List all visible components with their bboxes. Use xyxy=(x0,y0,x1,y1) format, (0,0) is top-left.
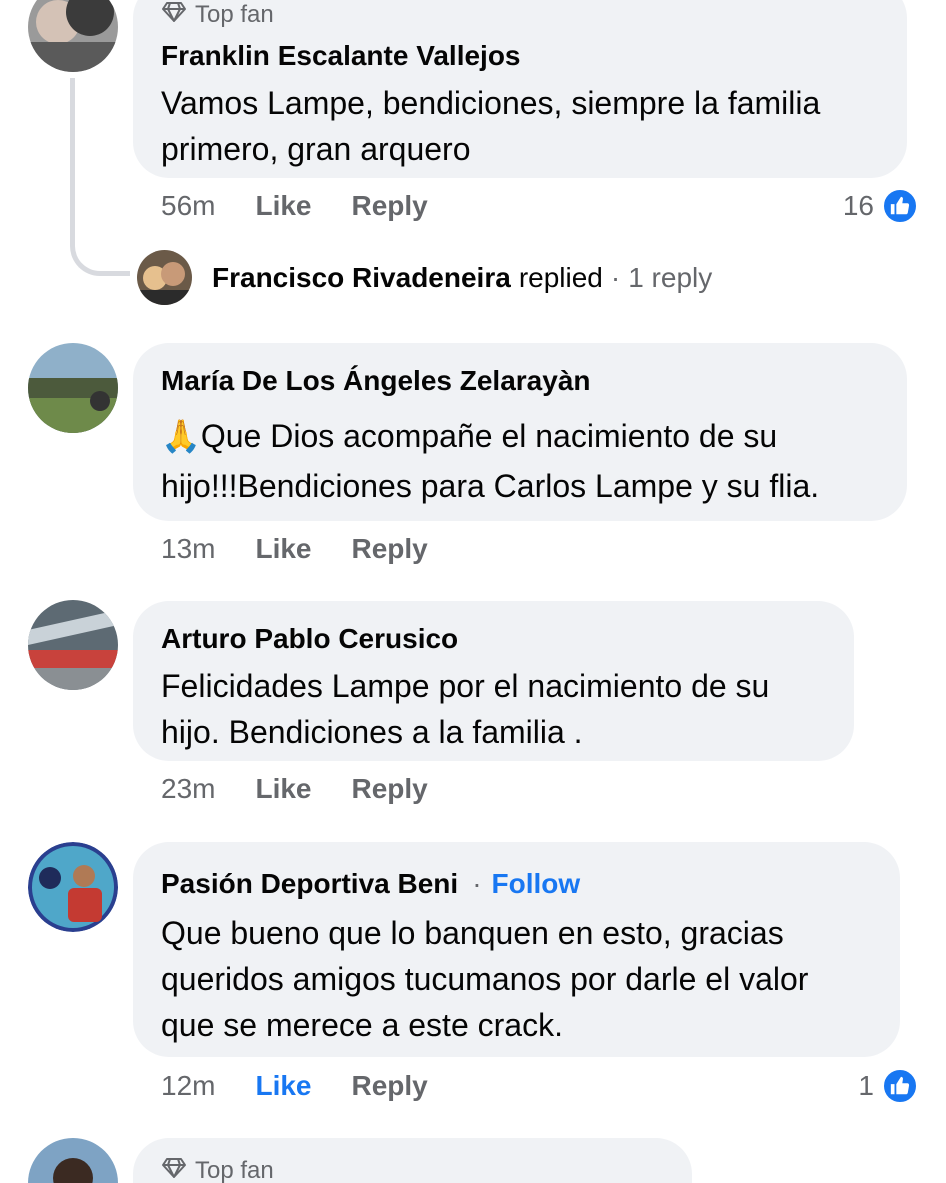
reply-author: Francisco Rivadeneira xyxy=(212,261,511,293)
comment-bubble: María De Los Ángeles Zelarayàn 🙏Que Dios… xyxy=(133,343,907,521)
comment-time[interactable]: 12m xyxy=(161,1070,215,1102)
badge-label: Top fan xyxy=(195,1,274,28)
comment-bubble: Arturo Pablo Cerusico Felicidades Lampe … xyxy=(133,601,854,761)
diamond-icon xyxy=(161,1,187,30)
replied-label: replied xyxy=(518,261,603,293)
comment-time[interactable]: 23m xyxy=(161,773,215,805)
comment-text: Felicidades Lampe por el nacimiento de s… xyxy=(161,668,770,750)
comment-time[interactable]: 56m xyxy=(161,190,215,222)
avatar[interactable] xyxy=(28,842,118,932)
comment-actions: 12m Like Reply xyxy=(161,1070,428,1102)
reply-button[interactable]: Reply xyxy=(352,773,428,805)
avatar[interactable] xyxy=(28,600,118,690)
view-replies-link[interactable]: Francisco Rivadeneira replied · 1 reply xyxy=(137,250,712,305)
thread-connector-line xyxy=(70,78,130,276)
like-button[interactable]: Like xyxy=(255,1070,311,1102)
comment-actions: 23m Like Reply xyxy=(161,773,428,805)
diamond-icon xyxy=(161,1157,187,1183)
avatar[interactable] xyxy=(28,1138,118,1183)
comment-actions: 56m Like Reply xyxy=(161,190,428,222)
reply-button[interactable]: Reply xyxy=(352,533,428,565)
reaction-summary[interactable]: 16 xyxy=(843,188,918,224)
like-button[interactable]: Like xyxy=(255,533,311,565)
reaction-count: 16 xyxy=(842,190,874,221)
comment-bubble: Top fan Franklin Escalante Vallejos Vamo… xyxy=(133,0,907,178)
like-button[interactable]: Like xyxy=(255,190,311,222)
reply-count: 1 reply xyxy=(628,261,713,293)
comment-author[interactable]: Pasión Deportiva Beni · Follow xyxy=(161,864,872,904)
comment-bubble: Top fan xyxy=(133,1138,692,1183)
comment-time[interactable]: 13m xyxy=(161,533,215,565)
comment-text: Vamos Lampe, bendiciones, siempre la fam… xyxy=(161,85,821,167)
comment-author[interactable]: Arturo Pablo Cerusico xyxy=(161,619,826,659)
reaction-summary[interactable]: 1 xyxy=(858,1068,918,1104)
top-fan-badge: Top fan xyxy=(161,1156,664,1183)
reaction-count: 1 xyxy=(858,1070,874,1101)
reply-button[interactable]: Reply xyxy=(352,190,428,222)
separator-dot: · xyxy=(610,261,621,293)
comment-text: 🙏Que Dios acompañe el nacimiento de su h… xyxy=(161,418,820,504)
like-reaction-icon xyxy=(882,188,918,224)
comment-actions: 13m Like Reply xyxy=(161,533,428,565)
reply-button[interactable]: Reply xyxy=(352,1070,428,1102)
avatar[interactable] xyxy=(28,343,118,433)
avatar xyxy=(137,250,192,305)
comment-author[interactable]: Franklin Escalante Vallejos xyxy=(161,36,879,76)
avatar[interactable] xyxy=(28,0,118,72)
like-button[interactable]: Like xyxy=(255,773,311,805)
comment-bubble: Pasión Deportiva Beni · Follow Que bueno… xyxy=(133,842,900,1057)
separator-dot: · xyxy=(472,868,482,899)
top-fan-badge: Top fan xyxy=(161,0,879,30)
comment-text: Que bueno que lo banquen en esto, gracia… xyxy=(161,915,809,1043)
badge-label: Top fan xyxy=(195,1157,274,1183)
follow-button[interactable]: Follow xyxy=(492,868,581,900)
comment-author[interactable]: María De Los Ángeles Zelarayàn xyxy=(161,361,879,401)
like-reaction-icon xyxy=(882,1068,918,1104)
